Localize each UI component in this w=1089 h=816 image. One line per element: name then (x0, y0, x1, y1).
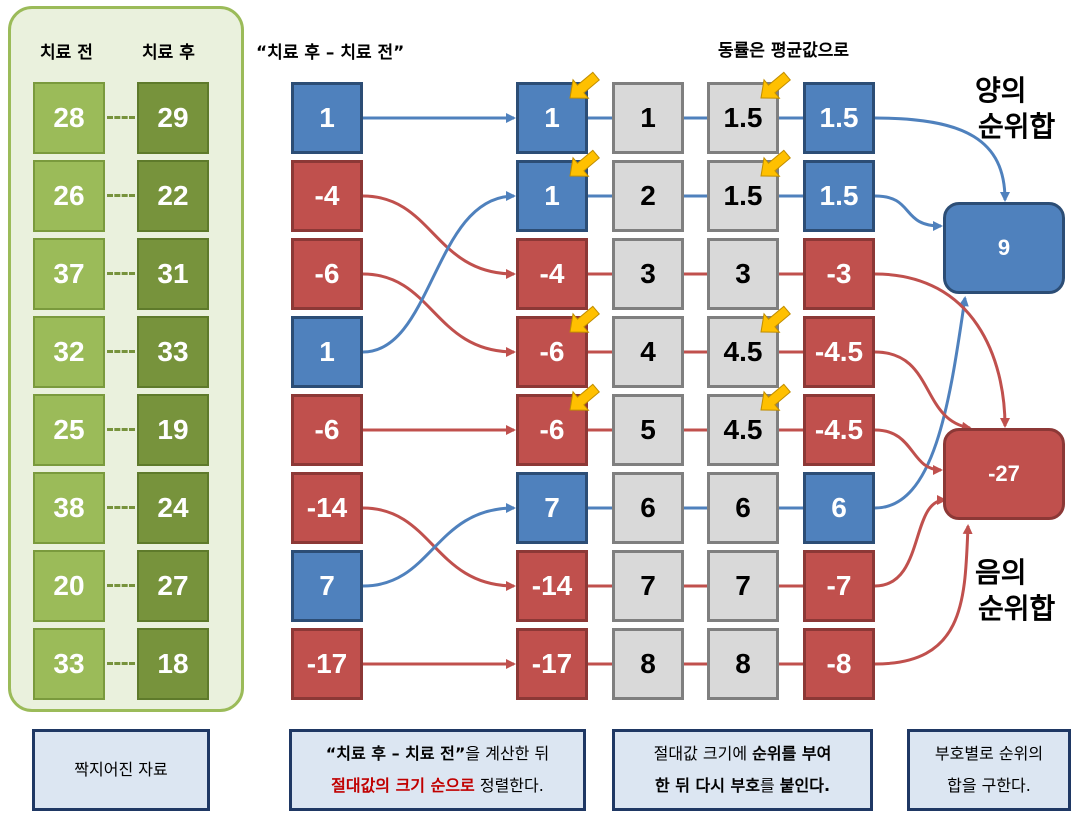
caption-rank-emphasis2: 한 뒤 다시 부호 (654, 776, 760, 795)
caption-rank-emphasis1: 순위를 부여 (752, 744, 832, 763)
tie-marker-arrow-icon (760, 71, 791, 99)
tie-markers (569, 71, 791, 411)
caption-sort-formula: “치료 후 – 치료 전” (325, 744, 466, 763)
caption-rank-text2: 를 (759, 776, 780, 795)
caption-sum-line1: 부호별로 순위의 (934, 744, 1044, 763)
tie-marker-arrow-icon (569, 383, 600, 411)
tie-marker-arrow-icon (569, 149, 600, 177)
caption-rank-text1: 절대값 크기에 (653, 744, 753, 763)
caption-sort-text2: 정렬한다. (474, 776, 544, 795)
caption-paired-data: 짝지어진 자료 (32, 729, 210, 811)
tie-marker-arrow-icon (569, 71, 600, 99)
caption-paired-data-text: 짝지어진 자료 (74, 760, 168, 779)
caption-sort-text1: 을 계산한 뒤 (465, 744, 550, 763)
caption-rank: 절대값 크기에 순위를 부여 한 뒤 다시 부호를 붙인다. (612, 729, 873, 811)
tie-marker-arrow-icon (760, 149, 791, 177)
tie-marker-arrow-icon (760, 305, 791, 333)
caption-sum-line2: 합을 구한다. (947, 776, 1031, 795)
caption-sort-emphasis: 절대값의 크기 순으로 (331, 776, 475, 795)
tie-marker-arrow-icon (569, 305, 600, 333)
caption-sum: 부호별로 순위의 합을 구한다. (907, 729, 1071, 811)
tie-marker-arrow-icon (760, 383, 791, 411)
caption-sort: “치료 후 – 치료 전”을 계산한 뒤 절대값의 크기 순으로 정렬한다. (289, 729, 586, 811)
caption-rank-emphasis3: 붙인다. (779, 776, 831, 795)
